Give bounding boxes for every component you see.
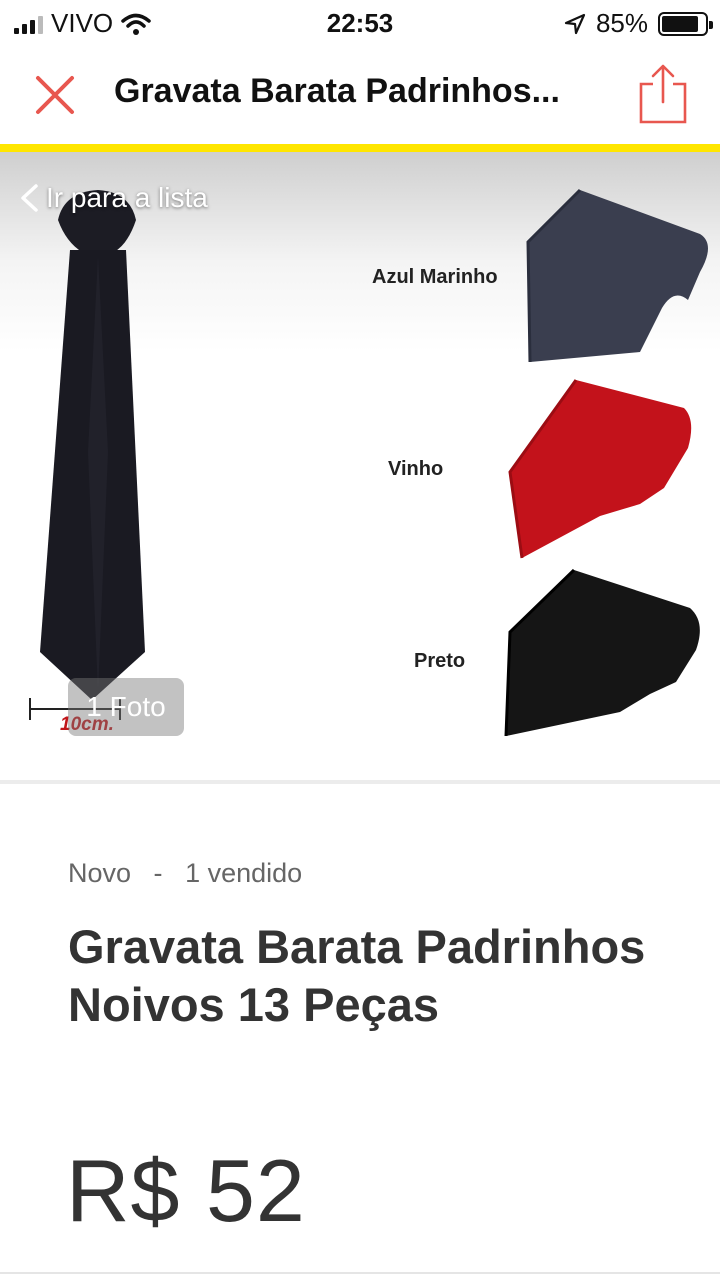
status-right: 85% [564, 8, 713, 39]
share-icon[interactable] [636, 62, 690, 126]
header-accent-line [0, 144, 720, 152]
color-label-black: Preto [414, 650, 466, 672]
sold-count: 1 vendido [185, 858, 303, 888]
location-arrow-icon [564, 13, 586, 34]
product-meta: Novo - 1 vendido [68, 858, 302, 889]
page-title: Gravata Barata Padrinhos... [114, 72, 560, 110]
status-bar: VIVO 22:53 85% [0, 0, 720, 46]
photo-count-badge[interactable]: 1 Foto [68, 678, 184, 736]
condition-label: Novo [68, 858, 132, 888]
back-to-list-label: Ir para a lista [46, 182, 208, 213]
product-price: R$ 52 [66, 1141, 306, 1240]
battery-percent: 85% [595, 8, 648, 38]
nav-header: Gravata Barata Padrinhos... [0, 46, 720, 144]
battery-level [662, 15, 698, 32]
product-title: Gravata Barata Padrinhos Noivos 13 Peças [68, 920, 646, 1031]
color-label-wine: Vinho [388, 458, 444, 480]
back-to-list-link[interactable]: Ir para a lista [18, 182, 208, 214]
close-icon[interactable] [30, 70, 80, 120]
product-image-gallery[interactable]: Ir para a lista Azul Marinho Vinho Preto… [0, 152, 720, 780]
chevron-left-icon [21, 184, 38, 212]
battery-icon [658, 11, 713, 36]
bottom-divider [0, 1272, 720, 1274]
gallery-divider [0, 780, 720, 784]
meta-separator: - [153, 858, 163, 888]
color-label-navy: Azul Marinho [372, 266, 498, 288]
